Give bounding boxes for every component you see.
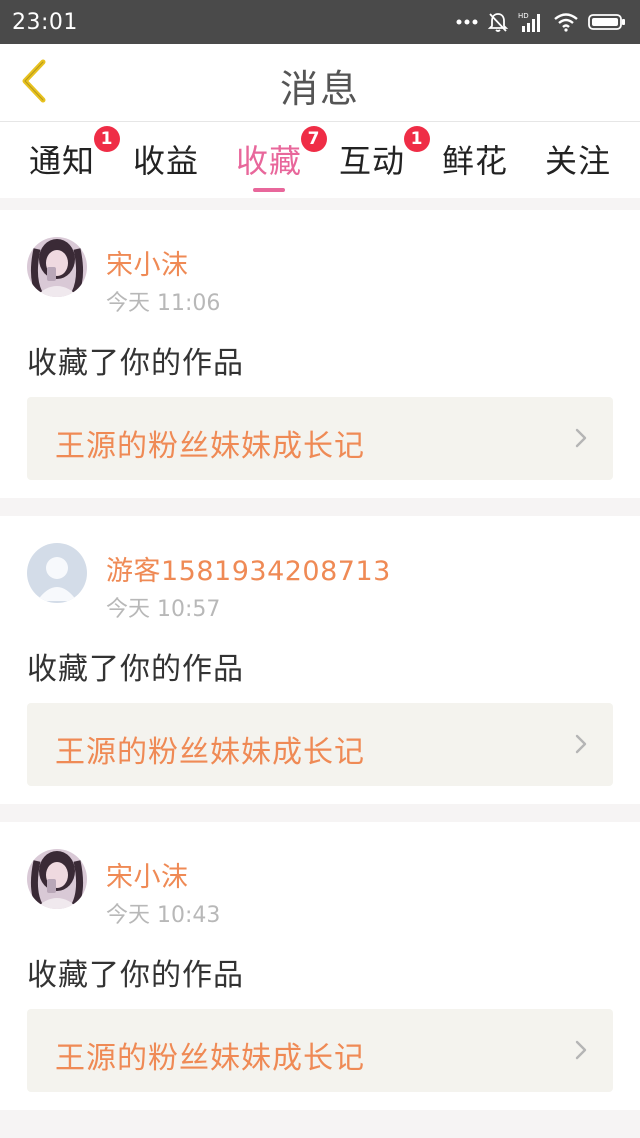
- tab-flowers[interactable]: 鲜花: [435, 136, 515, 184]
- avatar[interactable]: [27, 543, 87, 603]
- tab-label: 收益: [132, 142, 199, 180]
- message-list: 宋小沫 今天 11:06 收藏了你的作品 王源的粉丝妹妹成长记 游客158193…: [0, 210, 640, 1128]
- tab-label: 鲜花: [441, 142, 508, 180]
- timestamp: 今天 10:43: [106, 903, 221, 928]
- username[interactable]: 游客1581934208713: [106, 549, 391, 588]
- tab-interactions[interactable]: 互动 1: [332, 126, 430, 184]
- unread-badge: 1: [404, 126, 430, 152]
- action-text: 收藏了你的作品: [27, 958, 244, 993]
- tab-label: 收藏: [235, 142, 302, 180]
- work-title: 王源的粉丝妹妹成长记: [55, 429, 365, 464]
- chevron-right-icon: [575, 1040, 587, 1064]
- status-time: 23:01: [12, 9, 78, 35]
- tab-label: 互动: [338, 142, 405, 180]
- tab-favorites[interactable]: 收藏 7: [229, 126, 327, 192]
- work-title: 王源的粉丝妹妹成长记: [55, 1041, 365, 1076]
- tab-notifications[interactable]: 通知 1: [22, 126, 120, 184]
- active-tab-indicator: [253, 188, 285, 192]
- action-text: 收藏了你的作品: [27, 346, 244, 381]
- tab-follows[interactable]: 关注: [538, 136, 618, 184]
- username[interactable]: 宋小沫: [106, 243, 189, 282]
- tab-label: 关注: [544, 142, 611, 180]
- work-link[interactable]: 王源的粉丝妹妹成长记: [27, 1009, 613, 1092]
- avatar[interactable]: [27, 849, 87, 909]
- status-bar: 23:01 HD: [0, 0, 640, 44]
- work-link[interactable]: 王源的粉丝妹妹成长记: [27, 397, 613, 480]
- signal-icon: HD: [518, 11, 544, 33]
- tab-label: 通知: [28, 142, 95, 180]
- wifi-icon: [553, 12, 579, 32]
- chevron-right-icon: [575, 734, 587, 758]
- action-text: 收藏了你的作品: [27, 652, 244, 687]
- top-nav-bar: 消息: [0, 44, 640, 122]
- list-item: 宋小沫 今天 11:06 收藏了你的作品 王源的粉丝妹妹成长记: [0, 210, 640, 498]
- unread-badge: 7: [301, 126, 327, 152]
- more-dots-icon: [456, 19, 478, 25]
- work-link[interactable]: 王源的粉丝妹妹成长记: [27, 703, 613, 786]
- message-tabs: 通知 1 收益 收藏 7 互动 1 鲜花 关注: [0, 122, 640, 198]
- avatar[interactable]: [27, 237, 87, 297]
- work-title: 王源的粉丝妹妹成长记: [55, 735, 365, 770]
- list-item: 宋小沫 今天 10:43 收藏了你的作品 王源的粉丝妹妹成长记: [0, 822, 640, 1110]
- status-icons: HD: [456, 11, 626, 33]
- list-item: 游客1581934208713 今天 10:57 收藏了你的作品 王源的粉丝妹妹…: [0, 516, 640, 804]
- battery-icon: [588, 13, 626, 31]
- timestamp: 今天 10:57: [106, 597, 221, 622]
- username[interactable]: 宋小沫: [106, 855, 189, 894]
- timestamp: 今天 11:06: [106, 291, 221, 316]
- chevron-right-icon: [575, 428, 587, 452]
- unread-badge: 1: [94, 126, 120, 152]
- page-title: 消息: [279, 67, 360, 111]
- mute-bell-icon: [487, 11, 509, 33]
- svg-text:HD: HD: [518, 12, 529, 20]
- tab-earnings[interactable]: 收益: [126, 136, 206, 184]
